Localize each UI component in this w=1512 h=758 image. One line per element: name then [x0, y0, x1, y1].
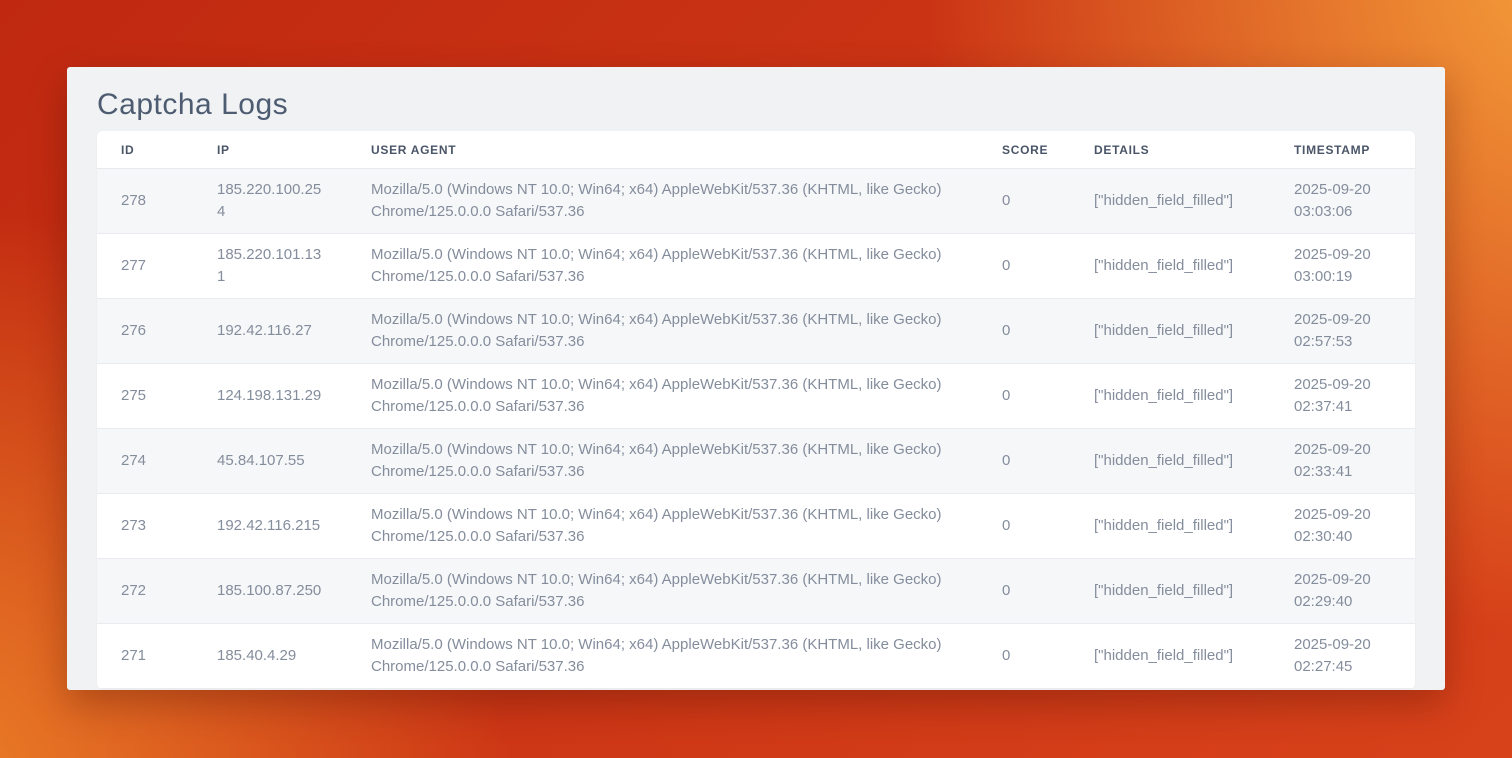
cell-score: 0	[978, 169, 1070, 234]
cell-id: 278	[97, 169, 193, 234]
cell-id: 274	[97, 429, 193, 494]
column-header-timestamp: TIMESTAMP	[1270, 131, 1415, 169]
cell-id: 272	[97, 559, 193, 624]
cell-ip: 192.42.116.27	[193, 299, 347, 364]
cell-timestamp: 2025-09-20 03:03:06	[1270, 169, 1415, 234]
cell-ip: 45.84.107.55	[193, 429, 347, 494]
column-header-id: ID	[97, 131, 193, 169]
table-row: 272 185.100.87.250 Mozilla/5.0 (Windows …	[97, 559, 1415, 624]
cell-ip: 185.220.101.131	[193, 234, 347, 299]
table-row: 271 185.40.4.29 Mozilla/5.0 (Windows NT …	[97, 624, 1415, 689]
cell-user-agent: Mozilla/5.0 (Windows NT 10.0; Win64; x64…	[347, 299, 978, 364]
cell-ip: 185.40.4.29	[193, 624, 347, 689]
cell-details: ["hidden_field_filled"]	[1070, 559, 1270, 624]
cell-score: 0	[978, 624, 1070, 689]
cell-details: ["hidden_field_filled"]	[1070, 234, 1270, 299]
cell-ip: 192.42.116.215	[193, 494, 347, 559]
cell-ip: 185.220.100.254	[193, 169, 347, 234]
table-row: 274 45.84.107.55 Mozilla/5.0 (Windows NT…	[97, 429, 1415, 494]
cell-user-agent: Mozilla/5.0 (Windows NT 10.0; Win64; x64…	[347, 559, 978, 624]
column-header-ip: IP	[193, 131, 347, 169]
cell-details: ["hidden_field_filled"]	[1070, 429, 1270, 494]
column-header-score: SCORE	[978, 131, 1070, 169]
table-body: 278 185.220.100.254 Mozilla/5.0 (Windows…	[97, 169, 1415, 689]
cell-ip: 185.100.87.250	[193, 559, 347, 624]
cell-user-agent: Mozilla/5.0 (Windows NT 10.0; Win64; x64…	[347, 624, 978, 689]
cell-details: ["hidden_field_filled"]	[1070, 299, 1270, 364]
cell-user-agent: Mozilla/5.0 (Windows NT 10.0; Win64; x64…	[347, 234, 978, 299]
cell-timestamp: 2025-09-20 02:30:40	[1270, 494, 1415, 559]
table-row: 277 185.220.101.131 Mozilla/5.0 (Windows…	[97, 234, 1415, 299]
cell-user-agent: Mozilla/5.0 (Windows NT 10.0; Win64; x64…	[347, 429, 978, 494]
cell-timestamp: 2025-09-20 02:37:41	[1270, 364, 1415, 429]
cell-ip: 124.198.131.29	[193, 364, 347, 429]
cell-details: ["hidden_field_filled"]	[1070, 494, 1270, 559]
column-header-details: DETAILS	[1070, 131, 1270, 169]
logs-table: IDIPUSER AGENTSCOREDETAILSTIMESTAMP 278 …	[97, 131, 1415, 689]
cell-id: 276	[97, 299, 193, 364]
column-header-user_agent: USER AGENT	[347, 131, 978, 169]
table-header-row: IDIPUSER AGENTSCOREDETAILSTIMESTAMP	[97, 131, 1415, 169]
logs-table-container: IDIPUSER AGENTSCOREDETAILSTIMESTAMP 278 …	[97, 131, 1415, 689]
cell-timestamp: 2025-09-20 02:29:40	[1270, 559, 1415, 624]
cell-user-agent: Mozilla/5.0 (Windows NT 10.0; Win64; x64…	[347, 494, 978, 559]
cell-score: 0	[978, 494, 1070, 559]
cell-details: ["hidden_field_filled"]	[1070, 169, 1270, 234]
cell-id: 271	[97, 624, 193, 689]
table-row: 276 192.42.116.27 Mozilla/5.0 (Windows N…	[97, 299, 1415, 364]
table-row: 278 185.220.100.254 Mozilla/5.0 (Windows…	[97, 169, 1415, 234]
cell-score: 0	[978, 364, 1070, 429]
table-row: 273 192.42.116.215 Mozilla/5.0 (Windows …	[97, 494, 1415, 559]
cell-id: 273	[97, 494, 193, 559]
cell-user-agent: Mozilla/5.0 (Windows NT 10.0; Win64; x64…	[347, 364, 978, 429]
cell-timestamp: 2025-09-20 02:57:53	[1270, 299, 1415, 364]
cell-score: 0	[978, 429, 1070, 494]
cell-score: 0	[978, 234, 1070, 299]
cell-id: 277	[97, 234, 193, 299]
table-row: 275 124.198.131.29 Mozilla/5.0 (Windows …	[97, 364, 1415, 429]
cell-timestamp: 2025-09-20 03:00:19	[1270, 234, 1415, 299]
cell-score: 0	[978, 299, 1070, 364]
cell-score: 0	[978, 559, 1070, 624]
captcha-logs-card: Captcha Logs IDIPUSER AGENTSCOREDETAILST…	[67, 67, 1445, 690]
cell-timestamp: 2025-09-20 02:27:45	[1270, 624, 1415, 689]
cell-user-agent: Mozilla/5.0 (Windows NT 10.0; Win64; x64…	[347, 169, 978, 234]
cell-details: ["hidden_field_filled"]	[1070, 364, 1270, 429]
cell-timestamp: 2025-09-20 02:33:41	[1270, 429, 1415, 494]
cell-id: 275	[97, 364, 193, 429]
page-title: Captcha Logs	[97, 82, 1415, 128]
cell-details: ["hidden_field_filled"]	[1070, 624, 1270, 689]
